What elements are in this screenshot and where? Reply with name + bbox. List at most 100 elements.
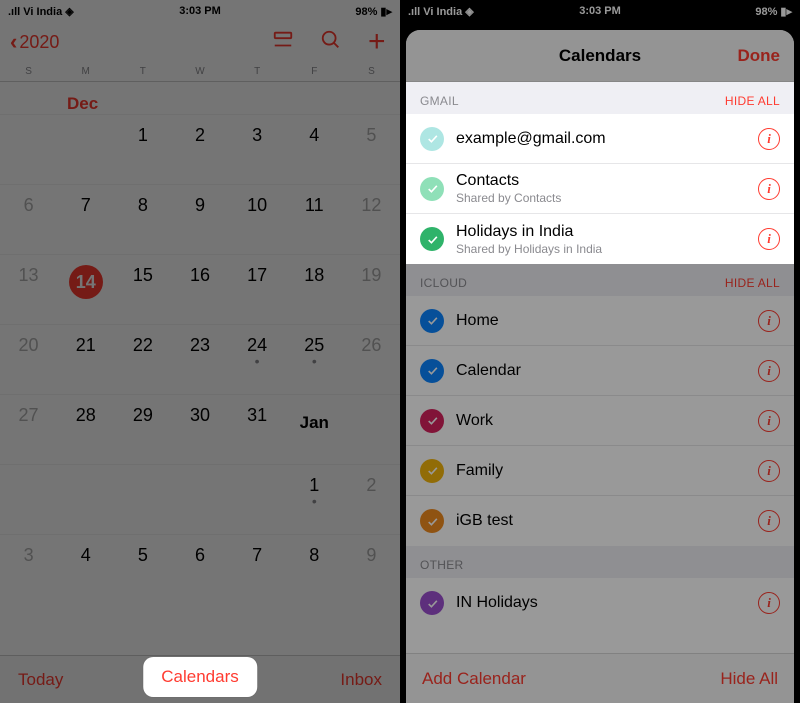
cal-day[interactable]: 4 [286, 114, 343, 184]
cal-day[interactable]: 9 [343, 534, 400, 604]
calendar-row[interactable]: iGB test i [406, 496, 794, 546]
checkmark-icon[interactable] [420, 409, 444, 433]
cal-day[interactable] [0, 114, 57, 184]
cal-day[interactable]: 28 [57, 394, 114, 464]
info-icon[interactable]: i [758, 310, 780, 332]
info-icon[interactable]: i [758, 460, 780, 482]
checkmark-icon[interactable] [420, 509, 444, 533]
cal-day[interactable]: 9 [171, 184, 228, 254]
nav-bar: ‹ 2020 + [0, 20, 400, 64]
calendar-row[interactable]: Family i [406, 446, 794, 496]
hide-all-gmail[interactable]: HIDE ALL [725, 94, 780, 108]
cal-day[interactable]: 7 [229, 534, 286, 604]
checkmark-icon[interactable] [420, 177, 444, 201]
cal-day[interactable]: 26 [343, 324, 400, 394]
calendar-month-screen: .ıll Vi India ◈ 3:03 PM 98% ▮▸ ‹ 2020 + … [0, 0, 400, 703]
cal-day[interactable]: 16 [171, 254, 228, 324]
cal-day[interactable]: 2 [171, 114, 228, 184]
info-icon[interactable]: i [758, 592, 780, 614]
status-time: 3:03 PM [579, 5, 621, 17]
cal-day[interactable]: 13 [0, 254, 57, 324]
cal-day[interactable]: 1• [286, 464, 343, 534]
calendar-row[interactable]: Contacts Shared by Contacts i [406, 164, 794, 214]
cal-day[interactable]: 15 [114, 254, 171, 324]
info-icon[interactable]: i [758, 228, 780, 250]
cal-day[interactable]: 5 [114, 534, 171, 604]
info-icon[interactable]: i [758, 360, 780, 382]
cal-day-today[interactable]: 14 [57, 254, 114, 324]
cal-day[interactable]: 7 [57, 184, 114, 254]
calendar-row[interactable]: Work i [406, 396, 794, 446]
cal-day[interactable]: 22 [114, 324, 171, 394]
cal-day[interactable]: 10 [229, 184, 286, 254]
section-title: GMAIL [420, 94, 459, 108]
cal-day[interactable]: 30 [171, 394, 228, 464]
next-month-label: Jan [286, 394, 343, 464]
cal-day[interactable]: 3 [229, 114, 286, 184]
cal-day[interactable] [114, 464, 171, 534]
inbox-button[interactable]: Inbox [340, 670, 382, 690]
calendar-row[interactable]: Calendar i [406, 346, 794, 396]
cal-day[interactable]: 21 [57, 324, 114, 394]
cal-day[interactable] [171, 464, 228, 534]
weekday-header: S M T W T F S [0, 64, 400, 82]
cal-day[interactable]: 8 [286, 534, 343, 604]
calendar-row[interactable]: IN Holidays i [406, 578, 794, 628]
cal-day[interactable] [57, 464, 114, 534]
hide-all-button[interactable]: Hide All [720, 669, 778, 689]
cal-day[interactable]: 11 [286, 184, 343, 254]
checkmark-icon[interactable] [420, 127, 444, 151]
checkmark-icon[interactable] [420, 459, 444, 483]
add-event-button[interactable]: + [368, 31, 390, 53]
cal-day[interactable]: 1 [114, 114, 171, 184]
cal-day[interactable]: 25• [286, 324, 343, 394]
calendar-row[interactable]: Home i [406, 296, 794, 346]
info-icon[interactable]: i [758, 510, 780, 532]
sheet-title: Calendars [559, 46, 641, 66]
back-year-label: 2020 [19, 32, 59, 53]
cal-day[interactable]: 2 [343, 464, 400, 534]
section-title: ICLOUD [420, 276, 467, 290]
checkmark-icon[interactable] [420, 591, 444, 615]
calendars-button[interactable]: Calendars [143, 657, 257, 697]
cal-day[interactable]: 23 [171, 324, 228, 394]
cal-day[interactable]: 8 [114, 184, 171, 254]
info-icon[interactable]: i [758, 410, 780, 432]
cal-day[interactable] [57, 114, 114, 184]
add-calendar-button[interactable]: Add Calendar [422, 669, 526, 689]
chevron-left-icon: ‹ [10, 29, 17, 55]
hide-all-icloud[interactable]: HIDE ALL [725, 276, 780, 290]
cal-day[interactable]: 18 [286, 254, 343, 324]
cal-day[interactable]: 24• [229, 324, 286, 394]
cal-day[interactable]: 17 [229, 254, 286, 324]
cal-day[interactable] [229, 464, 286, 534]
cal-day[interactable]: 27 [0, 394, 57, 464]
search-icon[interactable] [320, 29, 342, 56]
cal-day[interactable]: 12 [343, 184, 400, 254]
calendar-grid[interactable]: 1 2 3 4 5 6 7 8 9 10 11 12 13 14 15 16 1… [0, 114, 400, 604]
gmail-list: example@gmail.com i Contacts Shared by C… [406, 114, 794, 264]
cal-day[interactable]: 29 [114, 394, 171, 464]
info-icon[interactable]: i [758, 128, 780, 150]
cal-day[interactable] [343, 394, 400, 464]
checkmark-icon[interactable] [420, 309, 444, 333]
done-button[interactable]: Done [738, 46, 781, 66]
cal-day[interactable]: 6 [0, 184, 57, 254]
back-year-button[interactable]: ‹ 2020 [10, 29, 59, 55]
today-button[interactable]: Today [18, 670, 63, 690]
cal-day[interactable]: 4 [57, 534, 114, 604]
checkmark-icon[interactable] [420, 227, 444, 251]
month-label: Dec [67, 82, 400, 114]
checkmark-icon[interactable] [420, 359, 444, 383]
list-view-icon[interactable] [272, 29, 294, 56]
cal-day[interactable]: 3 [0, 534, 57, 604]
cal-day[interactable]: 19 [343, 254, 400, 324]
calendar-row[interactable]: Holidays in India Shared by Holidays in … [406, 214, 794, 264]
cal-day[interactable]: 31 [229, 394, 286, 464]
cal-day[interactable] [0, 464, 57, 534]
cal-day[interactable]: 6 [171, 534, 228, 604]
info-icon[interactable]: i [758, 178, 780, 200]
cal-day[interactable]: 20 [0, 324, 57, 394]
cal-day[interactable]: 5 [343, 114, 400, 184]
calendar-row[interactable]: example@gmail.com i [406, 114, 794, 164]
